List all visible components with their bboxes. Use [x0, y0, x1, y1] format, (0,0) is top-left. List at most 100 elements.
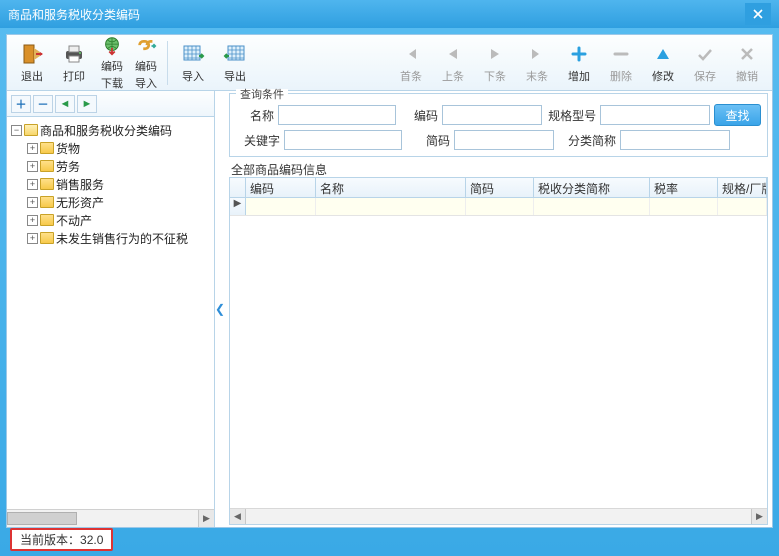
tree-children: +货物 +劳务 +销售服务 +无形资产 + 不动产 +未发生销售行为的不征税: [9, 139, 212, 247]
tree-toggle-icon[interactable]: +: [27, 233, 38, 244]
folder-icon: [40, 232, 54, 244]
grid-col-spec[interactable]: 规格/厂牌: [718, 178, 767, 197]
save-label: 保存: [694, 68, 716, 84]
code-download-l2: 下载: [101, 75, 123, 91]
check-icon: [693, 42, 717, 66]
tree-item[interactable]: +销售服务: [27, 175, 212, 193]
query-group-title: 查询条件: [236, 89, 288, 101]
code-import-button[interactable]: 编码 导入: [129, 35, 163, 91]
tree-hscrollbar[interactable]: ▶: [7, 509, 214, 527]
grid-hscrollbar[interactable]: ◀ ▶: [230, 508, 767, 524]
input-keyword[interactable]: [284, 130, 402, 150]
tree-moveleft-button[interactable]: ◄: [55, 95, 75, 113]
import-button[interactable]: 导入: [172, 42, 214, 84]
tree-item[interactable]: + 不动产: [27, 211, 212, 229]
edit-button[interactable]: 修改: [642, 42, 684, 84]
folder-open-icon: [24, 124, 38, 136]
titlebar: 商品和服务税收分类编码: [0, 0, 779, 28]
folder-icon: [40, 178, 54, 190]
input-short[interactable]: [454, 130, 554, 150]
link-import-icon: [135, 35, 157, 57]
tree-item[interactable]: +货物: [27, 139, 212, 157]
window-title: 商品和服务税收分类编码: [8, 6, 745, 23]
input-catshort[interactable]: [620, 130, 730, 150]
grid-cell[interactable]: [650, 198, 718, 215]
delete-button[interactable]: 删除: [600, 42, 642, 84]
grid-cell[interactable]: [316, 198, 466, 215]
minus-icon: [609, 42, 633, 66]
prev-label: 上条: [442, 68, 464, 84]
main-toolbar: 退出 打印 编码 下载: [7, 35, 772, 91]
grid-col-code[interactable]: 编码: [246, 178, 316, 197]
version-tag: 当前版本：32.0: [10, 528, 113, 551]
tree-toggle-icon[interactable]: +: [27, 215, 38, 226]
last-icon: [525, 42, 549, 66]
first-icon: [399, 42, 423, 66]
export-button[interactable]: 导出: [214, 42, 256, 84]
tree-root-row[interactable]: − 商品和服务税收分类编码: [9, 121, 212, 139]
prev-icon: [441, 42, 465, 66]
tree-toggle-icon[interactable]: −: [11, 125, 22, 136]
undo-button[interactable]: 撤销: [726, 42, 768, 84]
next-icon: [483, 42, 507, 66]
exit-button[interactable]: 退出: [11, 42, 53, 84]
tree-item[interactable]: +劳务: [27, 157, 212, 175]
scroll-right-icon[interactable]: ▶: [198, 510, 214, 527]
tree-item-label: 不动产: [56, 212, 92, 229]
grid-cell[interactable]: [718, 198, 767, 215]
next-record-button[interactable]: 下条: [474, 42, 516, 84]
x-icon: [735, 42, 759, 66]
tree-toggle-icon[interactable]: +: [27, 143, 38, 154]
print-button[interactable]: 打印: [53, 42, 95, 84]
add-button[interactable]: 增加: [558, 42, 600, 84]
grid-col-rate[interactable]: 税率: [650, 178, 718, 197]
grid-col-short[interactable]: 简码: [466, 178, 534, 197]
query-group: 查询条件 名称 编码 规格型号 查找: [229, 93, 768, 157]
grid-row[interactable]: ▶: [230, 198, 767, 216]
export-label: 导出: [224, 68, 246, 84]
toolbar-separator: [167, 41, 168, 85]
scroll-left-icon[interactable]: ◀: [230, 509, 246, 524]
last-record-button[interactable]: 末条: [516, 42, 558, 84]
add-label: 增加: [568, 68, 590, 84]
tree-toggle-icon[interactable]: +: [27, 197, 38, 208]
code-download-l1: 编码: [101, 58, 123, 74]
input-name[interactable]: [278, 105, 396, 125]
folder-icon: [40, 196, 54, 208]
input-spec[interactable]: [600, 105, 710, 125]
label-short: 简码: [406, 132, 450, 149]
undo-label: 撤销: [736, 68, 758, 84]
search-button[interactable]: 查找: [714, 104, 761, 126]
tree-toggle-icon[interactable]: +: [27, 179, 38, 190]
category-tree[interactable]: − 商品和服务税收分类编码 +货物 +劳务 +销售服务 +无形资产 + 不动产 +…: [7, 117, 214, 509]
tree-moveright-button[interactable]: ►: [77, 95, 97, 113]
grid-cell[interactable]: [466, 198, 534, 215]
chevron-left-icon: ❮: [215, 302, 225, 316]
grid-export-icon: [223, 42, 247, 66]
grid-col-name[interactable]: 名称: [316, 178, 466, 197]
grid-body[interactable]: ▶: [230, 198, 767, 508]
label-keyword: 关键字: [236, 132, 280, 149]
scrollbar-thumb[interactable]: [7, 512, 77, 525]
grid-cell[interactable]: [246, 198, 316, 215]
save-button[interactable]: 保存: [684, 42, 726, 84]
tree-add-button[interactable]: ＋: [11, 95, 31, 113]
tree-item[interactable]: +未发生销售行为的不征税: [27, 229, 212, 247]
tree-toggle-icon[interactable]: +: [27, 161, 38, 172]
scroll-right-icon[interactable]: ▶: [751, 509, 767, 524]
grid-col-catshort[interactable]: 税收分类简称: [534, 178, 650, 197]
prev-record-button[interactable]: 上条: [432, 42, 474, 84]
tree-item[interactable]: +无形资产: [27, 193, 212, 211]
tree-remove-button[interactable]: －: [33, 95, 53, 113]
input-code[interactable]: [442, 105, 542, 125]
code-download-button[interactable]: 编码 下载: [95, 35, 129, 91]
grid-cell[interactable]: [534, 198, 650, 215]
pane-collapse-button[interactable]: ❮: [215, 91, 225, 527]
folder-icon: [40, 214, 54, 226]
tree-toolbar: ＋ － ◄ ►: [7, 91, 214, 117]
grid-header-marker: [230, 178, 246, 197]
code-import-l2: 导入: [135, 75, 157, 91]
print-label: 打印: [63, 68, 85, 84]
close-button[interactable]: [745, 3, 771, 25]
first-record-button[interactable]: 首条: [390, 42, 432, 84]
